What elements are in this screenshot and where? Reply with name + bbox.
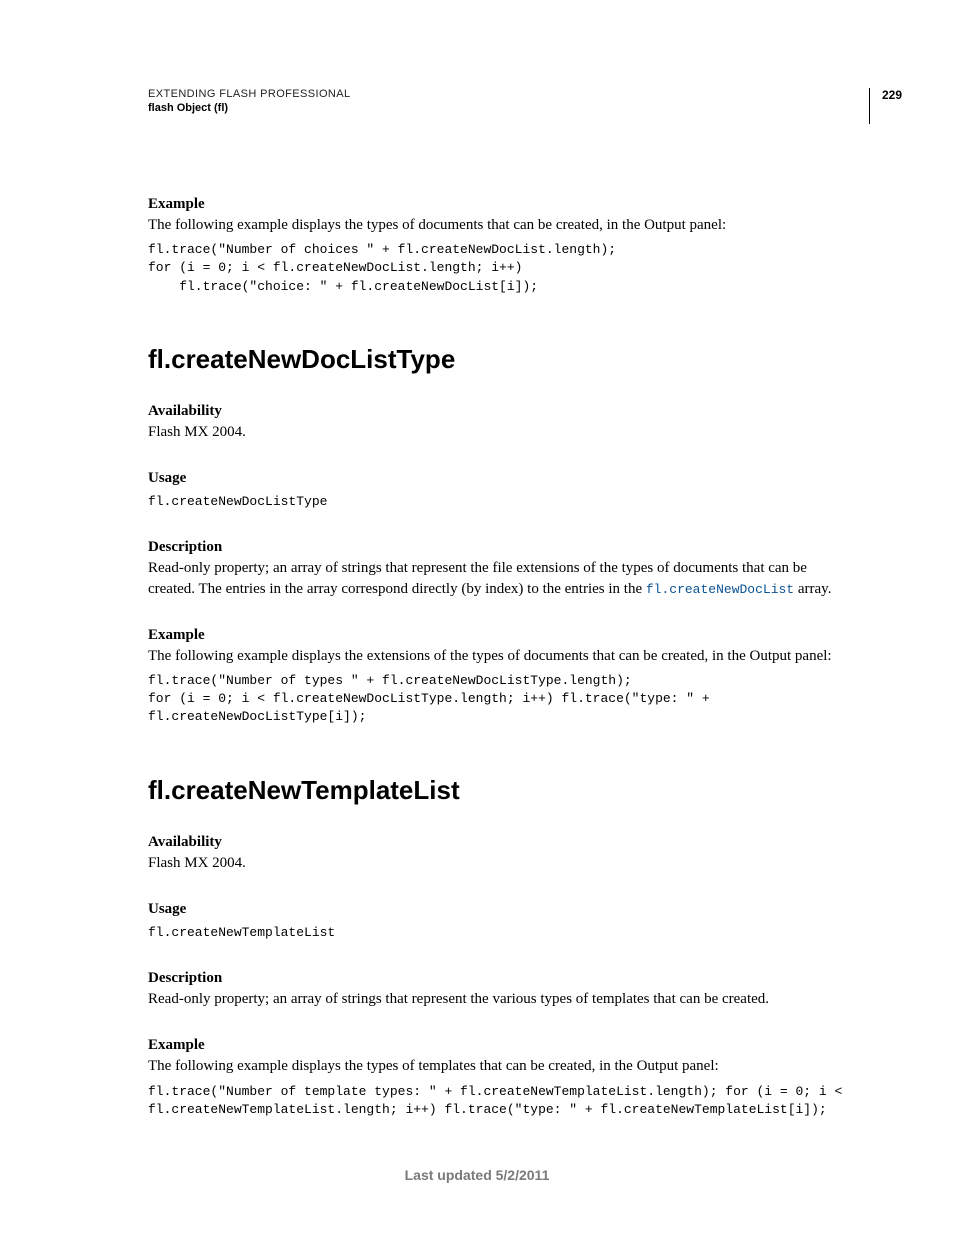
availability-text: Flash MX 2004. xyxy=(148,422,842,442)
example-intro-text: The following example displays the types… xyxy=(148,215,842,235)
usage-code: fl.createNewTemplateList xyxy=(148,924,842,942)
section-label-description: Description xyxy=(148,539,842,556)
page-footer: Last updated 5/2/2011 xyxy=(0,1167,954,1183)
api-heading-createnewtemplatelist: fl.createNewTemplateList xyxy=(148,775,842,806)
description-text: Read-only property; an array of strings … xyxy=(148,558,842,599)
code-block: fl.trace("Number of choices " + fl.creat… xyxy=(148,241,842,296)
code-block: fl.trace("Number of types " + fl.createN… xyxy=(148,672,842,727)
example-intro-text: The following example displays the exten… xyxy=(148,646,842,666)
section-label-usage: Usage xyxy=(148,470,842,487)
example-intro-text: The following example displays the types… xyxy=(148,1056,842,1076)
usage-code: fl.createNewDocListType xyxy=(148,493,842,511)
section-label-description: Description xyxy=(148,970,842,987)
page-number: 229 xyxy=(869,88,902,124)
section-label-availability: Availability xyxy=(148,834,842,851)
section-label-example: Example xyxy=(148,627,842,644)
description-text-b: array. xyxy=(794,581,831,597)
availability-text: Flash MX 2004. xyxy=(148,853,842,873)
code-block: fl.trace("Number of template types: " + … xyxy=(148,1083,842,1119)
doc-header-title: EXTENDING FLASH PROFESSIONAL xyxy=(148,88,869,100)
section-label-example: Example xyxy=(148,1037,842,1054)
description-text: Read-only property; an array of strings … xyxy=(148,989,842,1009)
inline-code-link[interactable]: fl.createNewDocList xyxy=(646,582,794,597)
doc-header-subtitle: flash Object (fl) xyxy=(148,102,869,114)
api-heading-createnewdoclisttype: fl.createNewDocListType xyxy=(148,344,842,375)
section-label-availability: Availability xyxy=(148,403,842,420)
section-label-example: Example xyxy=(148,196,842,213)
section-label-usage: Usage xyxy=(148,901,842,918)
